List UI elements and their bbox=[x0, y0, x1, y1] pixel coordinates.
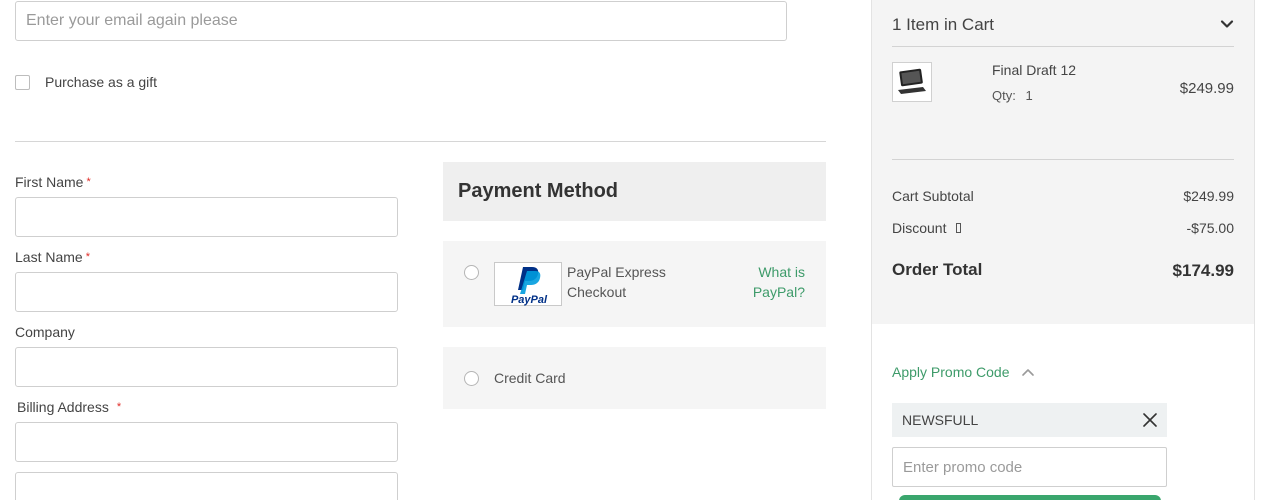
gift-label[interactable]: Purchase as a gift bbox=[45, 74, 157, 90]
discount-row: Discount bbox=[892, 220, 962, 236]
section-divider bbox=[15, 141, 826, 142]
discount-label: Discount bbox=[892, 220, 947, 236]
billing-address-line1-input[interactable] bbox=[15, 422, 398, 462]
required-mark: * bbox=[85, 251, 90, 263]
applied-promo-code-text: NEWSFULL bbox=[902, 412, 979, 428]
paypal-option[interactable]: PayPal PayPal Express Checkout What is P… bbox=[443, 241, 826, 327]
paypal-logo: PayPal bbox=[494, 262, 562, 306]
summary-divider bbox=[892, 46, 1234, 47]
company-label: Company bbox=[15, 324, 75, 340]
what-is-paypal-line2: PayPal? bbox=[752, 284, 805, 300]
paypal-label-line1: PayPal Express bbox=[567, 264, 666, 280]
billing-address-label: Billing Address * bbox=[17, 399, 121, 415]
credit-card-option[interactable]: Credit Card bbox=[443, 347, 826, 409]
paypal-logo-icon: PayPal bbox=[511, 267, 548, 306]
product-thumbnail bbox=[892, 62, 932, 102]
discount-info-icon[interactable] bbox=[956, 223, 962, 233]
apply-promo-label: Apply Promo Code bbox=[892, 364, 1010, 380]
paypal-logo-text: PayPal bbox=[511, 294, 548, 306]
product-price: $249.99 bbox=[1179, 80, 1234, 97]
order-total-label: Order Total bbox=[892, 260, 983, 279]
company-label-text: Company bbox=[15, 324, 75, 340]
gift-checkbox[interactable] bbox=[15, 74, 30, 90]
promo-code-input[interactable] bbox=[892, 447, 1167, 487]
subtotal-label: Cart Subtotal bbox=[892, 188, 974, 204]
apply-promo-button[interactable] bbox=[899, 495, 1161, 500]
qty-value: 1 bbox=[1025, 88, 1033, 103]
last-name-label-text: Last Name bbox=[15, 249, 83, 265]
paypal-radio[interactable] bbox=[464, 265, 479, 280]
payment-method-header: Payment Method bbox=[443, 162, 826, 221]
qty-label: Qty: bbox=[992, 88, 1016, 103]
subtotal-value: $249.99 bbox=[1183, 188, 1234, 204]
email-confirm-input[interactable] bbox=[15, 1, 787, 41]
applied-promo-code: NEWSFULL bbox=[892, 403, 1167, 437]
last-name-label: Last Name * bbox=[15, 249, 90, 265]
paypal-label: PayPal Express Checkout bbox=[567, 262, 666, 302]
billing-address-label-text: Billing Address bbox=[17, 399, 109, 415]
what-is-paypal-line1: What is bbox=[758, 264, 805, 280]
laptop-icon bbox=[898, 68, 926, 94]
required-mark: * bbox=[86, 176, 91, 188]
product-name: Final Draft 12 bbox=[992, 62, 1077, 78]
gift-option: Purchase as a gift bbox=[15, 72, 157, 92]
required-mark: * bbox=[116, 401, 122, 413]
first-name-input[interactable] bbox=[15, 197, 398, 237]
billing-address-line2-input[interactable] bbox=[15, 472, 398, 500]
close-icon[interactable] bbox=[1142, 412, 1158, 428]
company-input[interactable] bbox=[15, 347, 398, 387]
summary-divider bbox=[892, 159, 1234, 160]
product-qty: Qty: 1 bbox=[992, 88, 1033, 103]
first-name-label-text: First Name bbox=[15, 174, 84, 190]
credit-card-radio[interactable] bbox=[464, 371, 479, 386]
order-total-value: $174.99 bbox=[1172, 261, 1234, 280]
chevron-down-icon[interactable] bbox=[1219, 16, 1235, 32]
first-name-label: First Name * bbox=[15, 174, 91, 190]
credit-card-label: Credit Card bbox=[494, 370, 566, 386]
cart-items-title[interactable]: 1 Item in Cart bbox=[892, 15, 994, 35]
apply-promo-toggle[interactable]: Apply Promo Code bbox=[892, 364, 1036, 380]
chevron-up-icon bbox=[1021, 369, 1034, 376]
last-name-input[interactable] bbox=[15, 272, 398, 312]
paypal-label-line2: Checkout bbox=[567, 284, 627, 300]
payment-method-title: Payment Method bbox=[458, 180, 619, 202]
discount-value: -$75.00 bbox=[1186, 220, 1234, 236]
what-is-paypal-link[interactable]: What is PayPal? bbox=[753, 262, 805, 302]
